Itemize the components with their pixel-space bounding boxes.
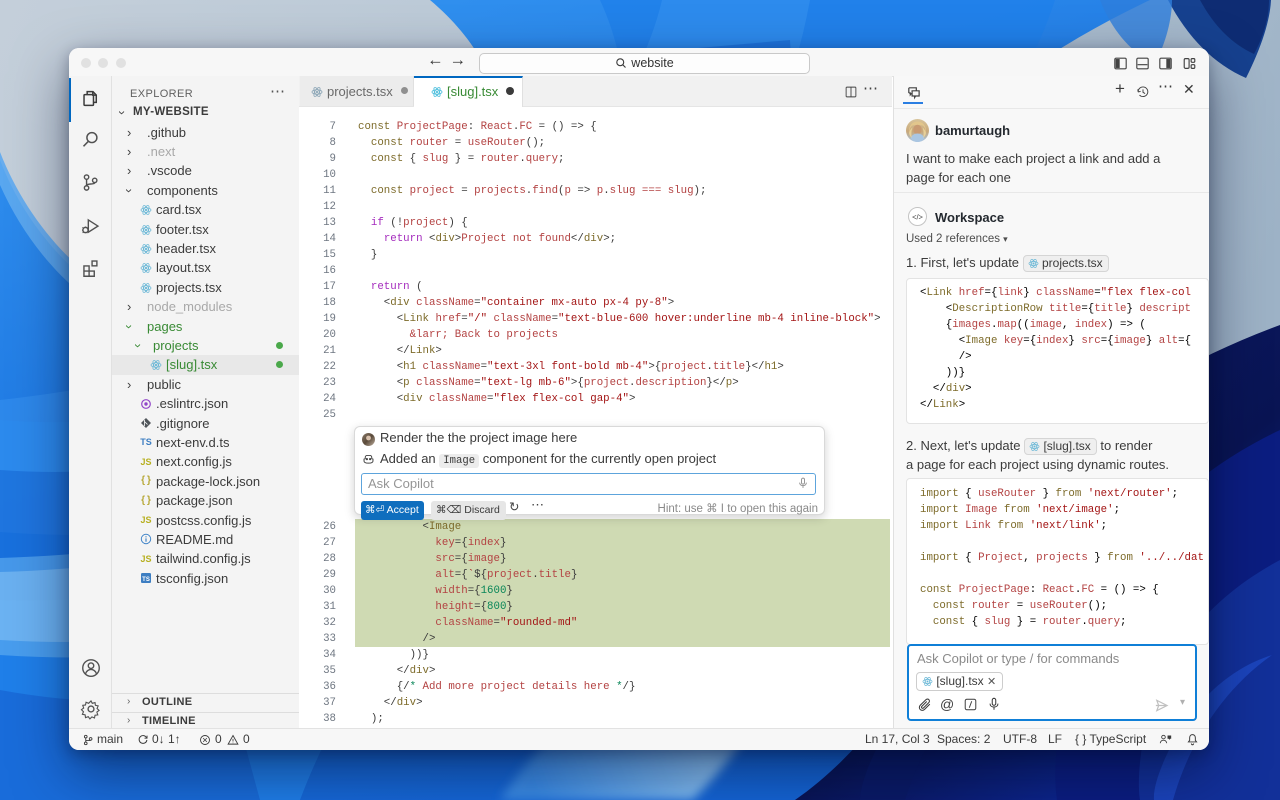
svg-text:</>: </> — [912, 213, 923, 222]
svg-text:TS: TS — [142, 577, 150, 583]
